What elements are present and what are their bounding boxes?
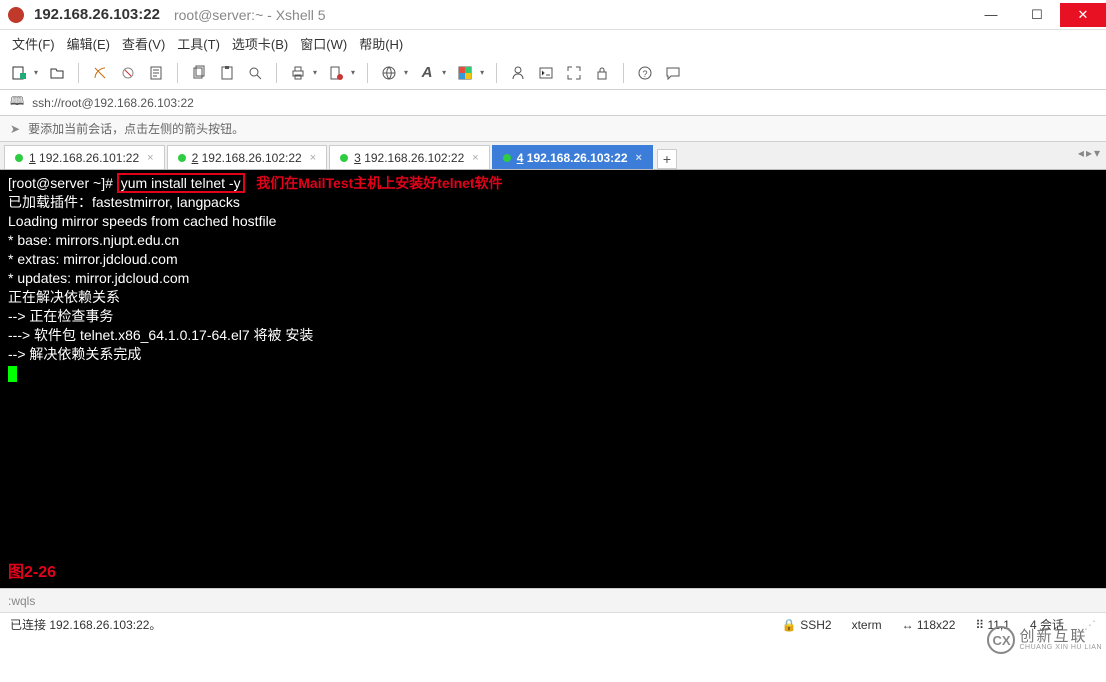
reconnect-icon[interactable] [89, 62, 111, 84]
session-tab-4[interactable]: 4 192.168.26.103:22 × [492, 145, 653, 169]
compose-text: :wqls [8, 594, 35, 608]
arrow-icon[interactable]: ➤ [10, 122, 20, 136]
terminal[interactable]: [root@server ~]# yum install telnet -y 我… [0, 170, 1106, 588]
watermark-en: CHUANG XIN HU LIAN [1019, 644, 1102, 651]
tab-bar: 1 192.168.26.101:22 × 2 192.168.26.102:2… [0, 142, 1106, 170]
tab-list-icon[interactable]: ▾ [1094, 146, 1100, 160]
menu-tools[interactable]: 工具(T) [177, 34, 220, 53]
close-tab-icon[interactable]: × [147, 152, 153, 164]
status-term: xterm [852, 618, 882, 632]
terminal-line: 已加载插件：fastestmirror, langpacks [8, 193, 1098, 212]
paste-icon[interactable] [216, 62, 238, 84]
maximize-button[interactable]: ☐ [1014, 3, 1060, 27]
terminal-line: --> 解决依赖关系完成 [8, 345, 1098, 364]
session-tab-1[interactable]: 1 192.168.26.101:22 × [4, 145, 165, 169]
figure-label: 图2-26 [8, 563, 56, 582]
new-session-icon[interactable] [8, 62, 30, 84]
terminal-line: Loading mirror speeds from cached hostfi… [8, 212, 1098, 231]
highlighted-command: yum install telnet -y [117, 173, 245, 193]
app-icon [8, 7, 24, 23]
bookmark-icon[interactable]: 🕮 [10, 92, 24, 113]
address-bar: 🕮 ssh://root@192.168.26.103:22 [0, 90, 1106, 116]
status-dot-icon [503, 154, 511, 162]
menubar: 文件(F) 编辑(E) 查看(V) 工具(T) 选项卡(B) 窗口(W) 帮助(… [0, 30, 1106, 56]
cursor [8, 366, 17, 382]
script-icon[interactable] [535, 62, 557, 84]
status-size: ↔ 118x22 [902, 618, 956, 632]
watermark: CX 创新互联 CHUANG XIN HU LIAN [987, 626, 1102, 654]
terminal-line: * extras: mirror.jdcloud.com [8, 250, 1098, 269]
terminal-line: * base: mirrors.njupt.edu.cn [8, 231, 1098, 250]
window-subtitle: root@server:~ - Xshell 5 [174, 7, 326, 23]
tab-prev-icon[interactable]: ◂ [1078, 146, 1084, 160]
user-icon[interactable] [507, 62, 529, 84]
session-tab-2[interactable]: 2 192.168.26.102:22 × [167, 145, 328, 169]
status-connection: 已连接 192.168.26.103:22。 [10, 616, 161, 633]
close-tab-icon[interactable]: × [310, 152, 316, 164]
terminal-line: 正在解决依赖关系 [8, 288, 1098, 307]
minimize-button[interactable]: — [968, 3, 1014, 27]
lock-icon[interactable] [591, 62, 613, 84]
help-icon[interactable]: ? [634, 62, 656, 84]
open-icon[interactable] [46, 62, 68, 84]
find-icon[interactable] [244, 62, 266, 84]
add-tab-button[interactable]: + [657, 149, 677, 169]
close-tab-icon[interactable]: × [472, 152, 478, 164]
color-icon[interactable] [454, 62, 476, 84]
font-icon[interactable]: A [416, 62, 438, 84]
svg-text:?: ? [643, 69, 648, 79]
toolbar: ▾ ▾ ▾ ▾ A▾ ▾ ? [0, 56, 1106, 90]
properties-icon[interactable] [145, 62, 167, 84]
close-button[interactable]: ✕ [1060, 3, 1106, 27]
session-tab-3[interactable]: 3 192.168.26.102:22 × [329, 145, 490, 169]
status-dot-icon [340, 154, 348, 162]
chat-icon[interactable] [662, 62, 684, 84]
close-tab-icon[interactable]: × [636, 152, 642, 164]
watermark-logo-icon: CX [987, 626, 1015, 654]
tab-next-icon[interactable]: ▸ [1086, 146, 1092, 160]
status-bar: 已连接 192.168.26.103:22。 🔒 SSH2 xterm ↔ 11… [0, 612, 1106, 636]
terminal-prompt: [root@server ~]# [8, 175, 117, 191]
status-dot-icon [15, 154, 23, 162]
menu-view[interactable]: 查看(V) [122, 34, 165, 53]
window-title: 192.168.26.103:22 [34, 6, 160, 23]
terminal-line: ---> 软件包 telnet.x86_64.1.0.17-64.el7 将被 … [8, 326, 1098, 345]
log-icon[interactable] [325, 62, 347, 84]
status-dot-icon [178, 154, 186, 162]
hint-text: 要添加当前会话，点击左侧的箭头按钮。 [28, 120, 244, 137]
status-proto: 🔒 SSH2 [782, 618, 832, 632]
compose-bar[interactable]: :wqls [0, 588, 1106, 612]
menu-help[interactable]: 帮助(H) [359, 34, 403, 53]
hint-bar: ➤ 要添加当前会话，点击左侧的箭头按钮。 [0, 116, 1106, 142]
annotation-text: 我们在MailTest主机上安装好telnet软件 [256, 175, 502, 191]
watermark-cn: 创新互联 [1019, 629, 1102, 644]
print-icon[interactable] [287, 62, 309, 84]
terminal-line: --> 正在检查事务 [8, 307, 1098, 326]
terminal-line: * updates: mirror.jdcloud.com [8, 269, 1098, 288]
menu-file[interactable]: 文件(F) [12, 34, 55, 53]
fullscreen-icon[interactable] [563, 62, 585, 84]
titlebar: 192.168.26.103:22 root@server:~ - Xshell… [0, 0, 1106, 30]
address-text[interactable]: ssh://root@192.168.26.103:22 [32, 96, 1096, 110]
disconnect-icon[interactable] [117, 62, 139, 84]
globe-icon[interactable] [378, 62, 400, 84]
copy-icon[interactable] [188, 62, 210, 84]
menu-window[interactable]: 窗口(W) [300, 34, 347, 53]
menu-edit[interactable]: 编辑(E) [67, 34, 110, 53]
menu-tab[interactable]: 选项卡(B) [232, 34, 288, 53]
